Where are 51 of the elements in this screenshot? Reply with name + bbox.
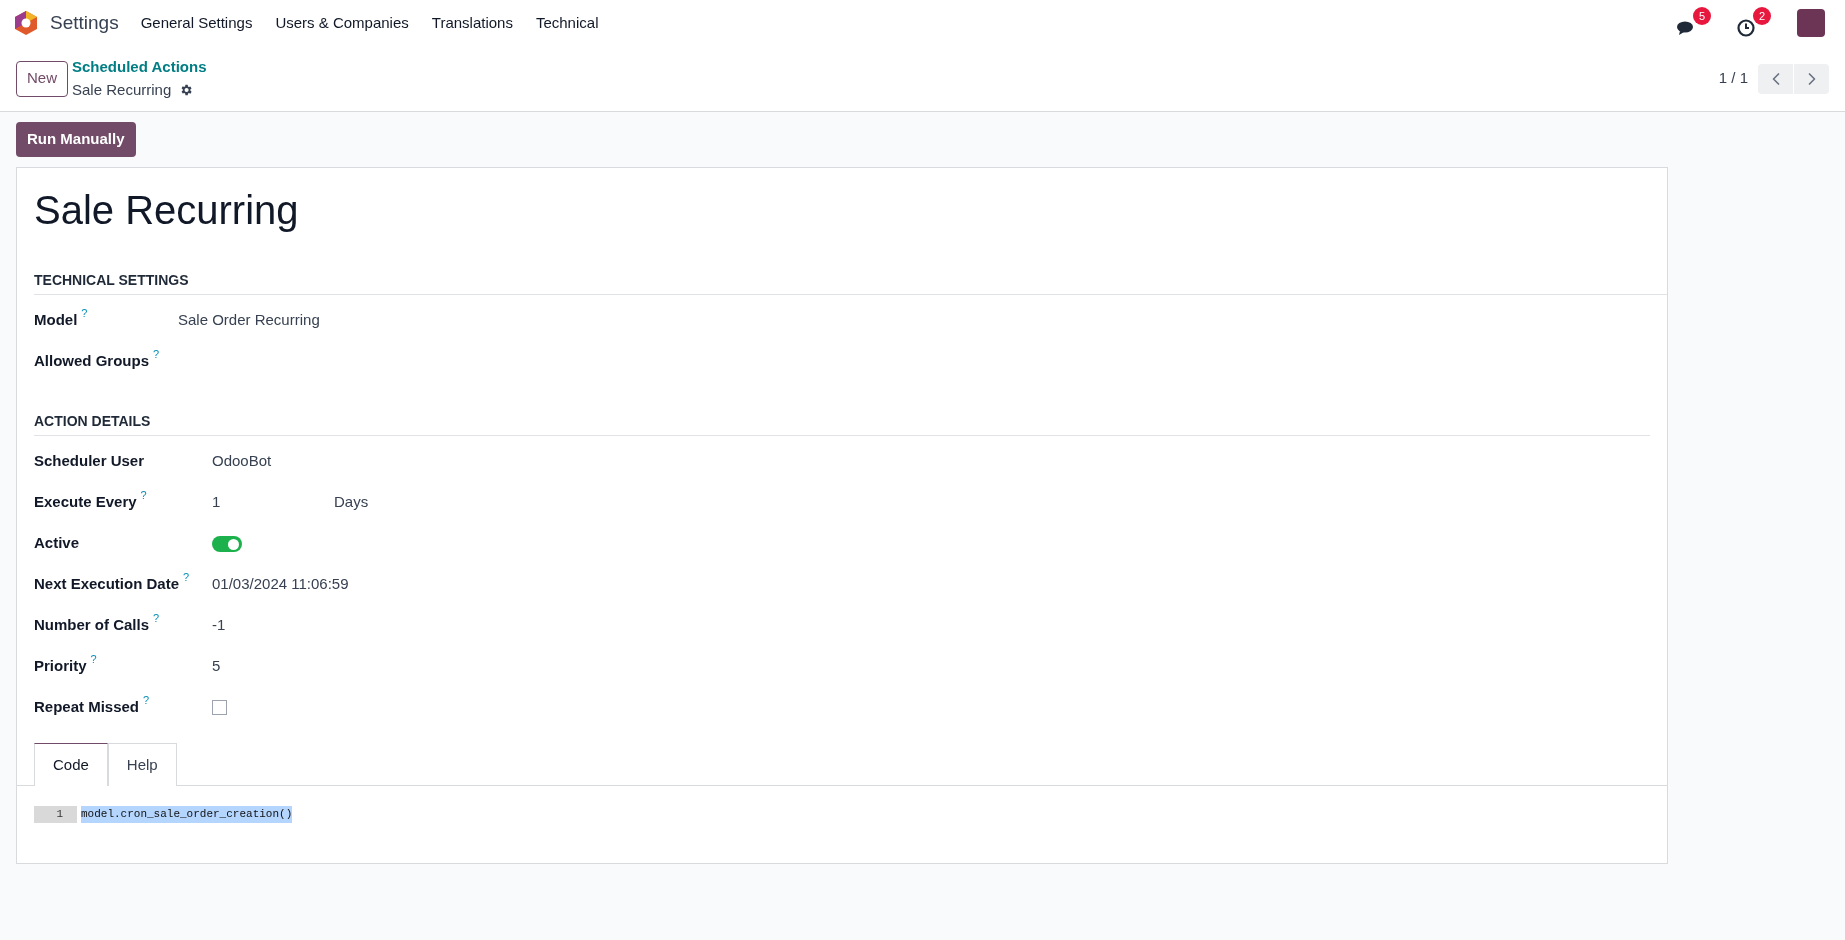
- field-value: 01/03/2024 11:06:59: [212, 574, 349, 594]
- toggle-switch[interactable]: [212, 536, 242, 552]
- help-mark[interactable]: ?: [183, 571, 190, 583]
- field-label: Priority: [34, 656, 87, 676]
- field-value: 1: [212, 492, 222, 512]
- field-label: Repeat Missed: [34, 697, 140, 717]
- clock-icon: [1737, 19, 1755, 37]
- menu-item[interactable]: Translations: [431, 11, 513, 35]
- section-heading: ACTION DETAILS: [34, 413, 151, 429]
- checkbox[interactable]: [212, 700, 227, 715]
- next-button[interactable]: [1794, 63, 1829, 94]
- field-label: Allowed Groups: [34, 351, 149, 371]
- new-button[interactable]: New: [16, 60, 68, 97]
- notification-badge: 5: [1693, 7, 1711, 25]
- field-label: Active: [34, 533, 80, 553]
- help-mark[interactable]: ?: [153, 348, 160, 360]
- notification-badge: 2: [1753, 7, 1771, 25]
- field-value: 5: [212, 656, 221, 676]
- app-name[interactable]: Settings: [50, 8, 119, 38]
- user-avatar[interactable]: [1797, 9, 1825, 37]
- help-mark[interactable]: ?: [90, 653, 97, 665]
- field-label: Execute Every: [34, 492, 137, 512]
- line-number: 1: [34, 806, 77, 823]
- pager-value: 1 / 1: [1718, 68, 1748, 89]
- previous-button[interactable]: [1758, 63, 1793, 94]
- field-value: OdooBot: [212, 451, 272, 471]
- breadcrumb-current: Sale Recurring: [72, 79, 172, 100]
- field-label: Next Execution Date: [34, 574, 180, 594]
- section-heading: TECHNICAL SETTINGS: [34, 272, 189, 288]
- menu-item[interactable]: Technical: [535, 11, 599, 35]
- field-value: -1: [212, 615, 226, 635]
- help-mark[interactable]: ?: [140, 489, 147, 501]
- record-title: Sale Recurring: [34, 187, 300, 234]
- interval-unit: Days: [334, 492, 369, 512]
- help-mark[interactable]: ?: [153, 612, 160, 624]
- gear-icon[interactable]: [179, 82, 194, 97]
- menu-item[interactable]: General Settings: [140, 11, 253, 35]
- field-label: Model: [34, 310, 78, 330]
- activities-button[interactable]: 2: [1737, 7, 1771, 39]
- field-label: Scheduler User: [34, 451, 145, 471]
- field-label: Number of Calls: [34, 615, 150, 635]
- app-logo-icon: [14, 10, 38, 36]
- run-manually-button[interactable]: Run Manually: [16, 122, 136, 157]
- help-mark[interactable]: ?: [81, 307, 88, 319]
- tab[interactable]: Help: [107, 743, 177, 786]
- messages-button[interactable]: 5: [1677, 7, 1711, 39]
- breadcrumb-link[interactable]: Scheduled Actions: [72, 56, 207, 79]
- tab[interactable]: Code: [34, 743, 108, 786]
- menu-item[interactable]: Users & Companies: [275, 11, 409, 35]
- field-value: Sale Order Recurring: [178, 310, 320, 330]
- help-mark[interactable]: ?: [143, 694, 150, 706]
